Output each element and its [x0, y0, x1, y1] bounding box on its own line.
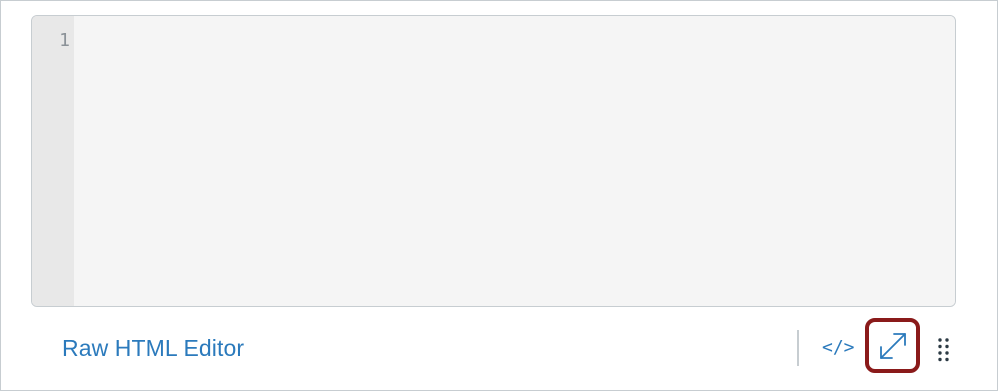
line-number-gutter: 1: [32, 16, 74, 306]
expand-diagonal-icon: [880, 333, 906, 359]
html-code-toggle-button[interactable]: </>: [822, 337, 855, 358]
code-text-area[interactable]: [74, 16, 955, 306]
raw-html-code-editor[interactable]: 1: [31, 15, 956, 307]
statusbar-divider: [797, 330, 799, 366]
rce-container: 1 Raw HTML Editor </>: [0, 0, 998, 391]
drag-handle-dots-icon: [938, 338, 949, 362]
raw-html-editor-toggle-link[interactable]: Raw HTML Editor: [62, 335, 244, 362]
resize-drag-handle[interactable]: [937, 337, 951, 363]
fullscreen-button[interactable]: [865, 318, 920, 373]
line-number: 1: [59, 30, 70, 51]
editor-statusbar: Raw HTML Editor </>: [31, 313, 964, 383]
